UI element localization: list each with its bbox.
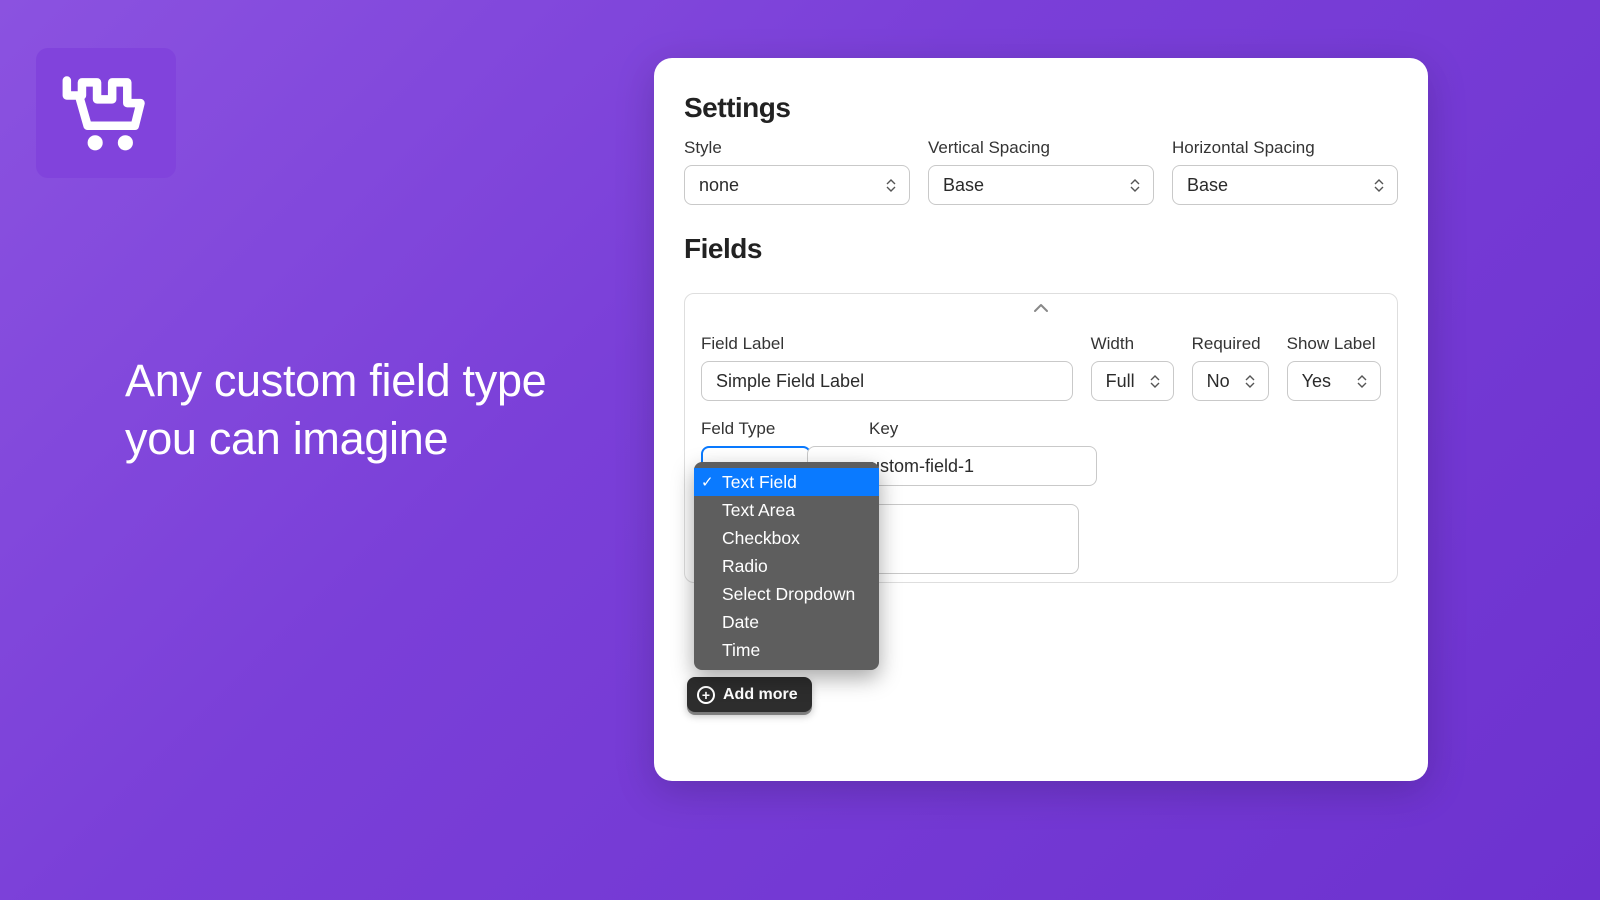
- hspacing-value: Base: [1187, 175, 1228, 196]
- app-logo: [36, 48, 176, 178]
- cart-custom-icon: [59, 71, 154, 156]
- hero-line-1: Any custom field type: [125, 352, 546, 410]
- field-label-label: Field Label: [701, 334, 1073, 354]
- type-option[interactable]: Date: [694, 608, 879, 636]
- plus-circle-icon: +: [697, 686, 715, 704]
- type-option-label: Text Field: [722, 472, 797, 493]
- hero-line-2: you can imagine: [125, 410, 546, 468]
- showlabel-label: Show Label: [1287, 334, 1381, 354]
- style-label: Style: [684, 138, 910, 158]
- add-more-label: Add more: [723, 686, 798, 704]
- type-option[interactable]: Radio: [694, 552, 879, 580]
- type-option-label: Select Dropdown: [722, 584, 855, 605]
- type-option[interactable]: Select Dropdown: [694, 580, 879, 608]
- field-label-value: Simple Field Label: [716, 371, 864, 392]
- vspacing-label: Vertical Spacing: [928, 138, 1154, 158]
- vspacing-select[interactable]: Base: [928, 165, 1154, 205]
- hero-headline: Any custom field type you can imagine: [125, 352, 546, 467]
- required-select[interactable]: No: [1192, 361, 1269, 401]
- width-label: Width: [1091, 334, 1174, 354]
- key-value: ustom-field-1: [870, 456, 974, 477]
- chevron-up-icon: [1033, 303, 1049, 313]
- stepper-icon: [1373, 177, 1385, 193]
- stepper-icon: [1149, 373, 1161, 389]
- stepper-icon: [1356, 373, 1368, 389]
- key-label: Key: [869, 419, 1097, 439]
- showlabel-select[interactable]: Yes: [1287, 361, 1381, 401]
- type-option-label: Date: [722, 612, 759, 633]
- showlabel-value: Yes: [1302, 371, 1331, 392]
- type-dropdown[interactable]: ✓ Text Field Text Area Checkbox Radio Select …: [694, 462, 879, 670]
- stepper-icon: [1129, 177, 1141, 193]
- type-option[interactable]: Text Area: [694, 496, 879, 524]
- hspacing-label: Horizontal Spacing: [1172, 138, 1398, 158]
- fields-heading: Fields: [684, 233, 1398, 265]
- add-more-button[interactable]: + Add more: [687, 677, 812, 712]
- required-value: No: [1207, 371, 1230, 392]
- collapse-toggle[interactable]: [1033, 300, 1049, 318]
- type-option-label: Radio: [722, 556, 768, 577]
- type-option-label: Checkbox: [722, 528, 800, 549]
- type-option[interactable]: ✓ Text Field: [694, 468, 879, 496]
- hspacing-select[interactable]: Base: [1172, 165, 1398, 205]
- check-icon: ✓: [701, 473, 714, 491]
- style-value: none: [699, 175, 739, 196]
- stepper-icon: [1244, 373, 1256, 389]
- type-label: Feld Type: [701, 419, 851, 439]
- field-label-input[interactable]: Simple Field Label: [701, 361, 1073, 401]
- type-option-label: Text Area: [722, 500, 795, 521]
- type-option[interactable]: Time: [694, 636, 879, 664]
- type-option[interactable]: Checkbox: [694, 524, 879, 552]
- settings-panel: Settings Style none Vertical Spacing Bas…: [654, 58, 1428, 781]
- required-label: Required: [1192, 334, 1269, 354]
- width-select[interactable]: Full: [1091, 361, 1174, 401]
- settings-heading: Settings: [684, 92, 1398, 124]
- style-select[interactable]: none: [684, 165, 910, 205]
- vspacing-value: Base: [943, 175, 984, 196]
- stepper-icon: [885, 177, 897, 193]
- width-value: Full: [1106, 371, 1135, 392]
- type-option-label: Time: [722, 640, 760, 661]
